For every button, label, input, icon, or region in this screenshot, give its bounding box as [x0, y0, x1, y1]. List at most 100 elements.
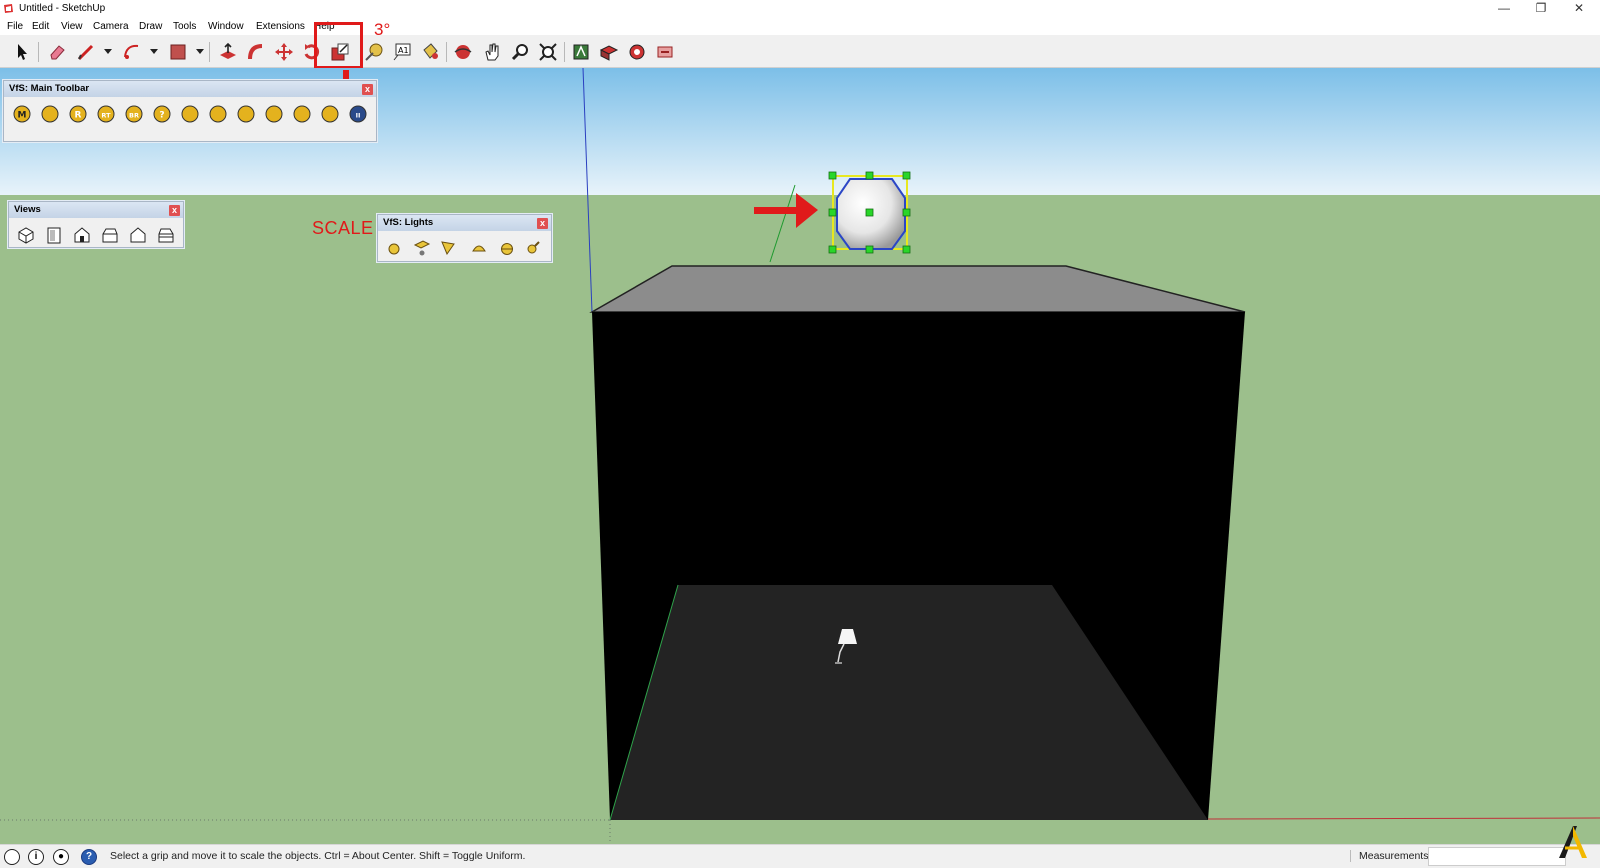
svg-text:M: M: [18, 111, 27, 121]
menu-edit[interactable]: Edit: [32, 21, 49, 32]
vfs-lights-close-button[interactable]: x: [537, 218, 548, 229]
svg-text:R: R: [75, 111, 82, 121]
views-panel-header[interactable]: Views x: [9, 202, 183, 218]
restore-button[interactable]: ❐: [1522, 0, 1560, 18]
sketchup-app-icon: [4, 4, 13, 13]
views-panel-title: Views: [14, 204, 41, 215]
rectangle-tool-dropdown-icon[interactable]: [196, 49, 204, 54]
zoom-tool-icon[interactable]: [508, 40, 532, 64]
vfs-lights-title: VfS: Lights: [383, 217, 434, 228]
frame-buffer-icon[interactable]: [320, 104, 340, 124]
proxy-export-icon[interactable]: [264, 104, 284, 124]
menu-window[interactable]: Window: [208, 21, 244, 32]
rect-light-icon[interactable]: [412, 238, 432, 258]
omni-light-icon[interactable]: [384, 238, 404, 258]
menu-extensions[interactable]: Extensions: [256, 21, 305, 32]
rectangle-tool-icon[interactable]: [166, 40, 190, 64]
eraser-tool-icon[interactable]: [45, 40, 69, 64]
help-icon[interactable]: ?: [152, 104, 172, 124]
vfs-main-toolbar-close-button[interactable]: x: [362, 84, 373, 95]
status-hint-text: Select a grip and move it to scale the o…: [110, 850, 526, 862]
select-tool-icon[interactable]: [10, 40, 34, 64]
send-to-layout-tool-icon[interactable]: [653, 40, 677, 64]
vfs-lights-header[interactable]: VfS: Lights x: [378, 215, 551, 231]
tags-icon[interactable]: [40, 104, 60, 124]
grass-icon[interactable]: [236, 104, 256, 124]
brand-logo-icon: [1559, 826, 1587, 858]
toolbar-separator: [446, 42, 447, 62]
vfs-lights-panel: VfS: Lights x: [377, 214, 552, 262]
drawing-viewport[interactable]: VfS: Main Toolbar x M R RT BR? II Views x Vf…: [0, 68, 1600, 844]
scale-annotation-label: SCALE: [312, 218, 374, 238]
ies-light-icon[interactable]: [469, 238, 489, 258]
right-view-icon[interactable]: [100, 225, 120, 245]
batch-render-icon[interactable]: BR: [124, 104, 144, 124]
vfs-main-toolbar-header[interactable]: VfS: Main Toolbar x: [4, 81, 376, 97]
svg-text:II: II: [356, 112, 361, 120]
extension-warehouse-tool-icon[interactable]: [597, 40, 621, 64]
move-tool-icon[interactable]: [272, 40, 296, 64]
dome-light-icon[interactable]: [497, 238, 517, 258]
step-number-label: 3°: [374, 20, 391, 39]
instructor-help-icon[interactable]: ?: [81, 849, 97, 865]
mesh-light-icon[interactable]: [523, 238, 543, 258]
vfs-main-toolbar-panel: VfS: Main Toolbar x M R RT BR? II: [3, 80, 377, 142]
geo-location-icon[interactable]: [4, 849, 20, 865]
paint-bucket-tool-icon[interactable]: [418, 40, 442, 64]
menu-file[interactable]: File: [7, 21, 23, 32]
tape-measure-tool-icon[interactable]: [362, 40, 386, 64]
menu-tools[interactable]: Tools: [173, 21, 196, 32]
svg-text:BR: BR: [129, 112, 139, 120]
model-scene[interactable]: [0, 68, 1600, 844]
license-icon[interactable]: [180, 104, 200, 124]
svg-text:?: ?: [159, 111, 164, 121]
vfs-main-toolbar-title: VfS: Main Toolbar: [9, 83, 90, 94]
menu-draw[interactable]: Draw: [139, 21, 162, 32]
measurements-label: Measurements: [1350, 850, 1428, 862]
follow-me-tool-icon[interactable]: [244, 40, 268, 64]
back-view-icon[interactable]: [128, 225, 148, 245]
credits-info-icon[interactable]: i: [28, 849, 44, 865]
pan-tool-icon[interactable]: [480, 40, 504, 64]
spot-light-icon[interactable]: [438, 238, 458, 258]
user-account-icon[interactable]: ●: [53, 849, 69, 865]
scale-tool-highlight-box: [314, 22, 363, 69]
sphere-icon[interactable]: [208, 104, 228, 124]
render-region-icon[interactable]: RT: [96, 104, 116, 124]
pause-icon[interactable]: II: [348, 104, 368, 124]
views-panel-close-button[interactable]: x: [169, 205, 180, 216]
render-icon[interactable]: R: [68, 104, 88, 124]
line-tool-dropdown-icon[interactable]: [104, 49, 112, 54]
materials-icon[interactable]: M: [12, 104, 32, 124]
proxy-import-icon[interactable]: [292, 104, 312, 124]
minimize-button[interactable]: —: [1485, 0, 1523, 18]
window-title: Untitled - SketchUp: [19, 3, 106, 14]
measurements-input[interactable]: [1428, 847, 1566, 866]
left-view-icon[interactable]: [156, 225, 176, 245]
svg-text:A1: A1: [398, 46, 409, 55]
menu-view[interactable]: View: [61, 21, 83, 32]
line-tool-icon[interactable]: [74, 40, 98, 64]
menu-camera[interactable]: Camera: [93, 21, 129, 32]
close-button[interactable]: ✕: [1560, 0, 1598, 18]
iso-view-icon[interactable]: [16, 225, 36, 245]
dimension-text-tool-icon[interactable]: A1: [390, 40, 414, 64]
status-bar: i ● ? Select a grip and move it to scale…: [0, 844, 1600, 868]
orbit-tool-icon[interactable]: [451, 40, 475, 64]
toolbar-separator: [209, 42, 210, 62]
toolbar-separator: [564, 42, 565, 62]
arc-tool-icon[interactable]: [120, 40, 144, 64]
top-view-icon[interactable]: [44, 225, 64, 245]
toolbar-separator: [38, 42, 39, 62]
layout-tool-icon[interactable]: [625, 40, 649, 64]
views-panel: Views x: [8, 201, 184, 248]
title-bar: Untitled - SketchUp — ❐ ✕: [0, 0, 1600, 18]
arc-tool-dropdown-icon[interactable]: [150, 49, 158, 54]
warehouse-tool-icon[interactable]: [569, 40, 593, 64]
front-view-icon[interactable]: [72, 225, 92, 245]
svg-text:RT: RT: [101, 112, 111, 120]
push-pull-tool-icon[interactable]: [216, 40, 240, 64]
zoom-extents-tool-icon[interactable]: [536, 40, 560, 64]
menu-bar: File Edit View Camera Draw Tools Window …: [0, 18, 1600, 35]
main-toolbar: A1: [0, 22, 1600, 69]
